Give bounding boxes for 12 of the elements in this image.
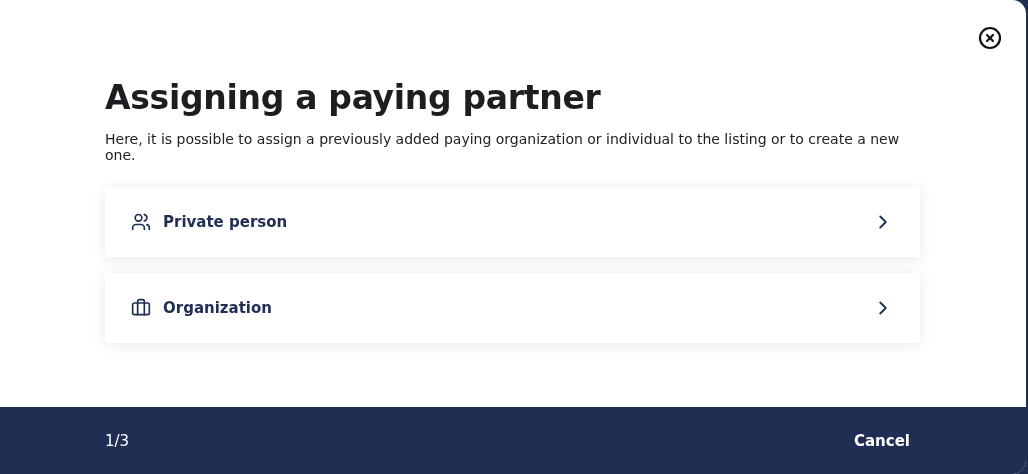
option-card[interactable]: Organization bbox=[105, 273, 920, 343]
people-icon bbox=[131, 212, 151, 232]
cancel-button[interactable]: Cancel bbox=[854, 427, 910, 454]
close-icon bbox=[978, 26, 1002, 50]
dialog-description: Here, it is possible to assign a previously added paying organization or individual to the listing or to create a new one. bbox=[105, 131, 901, 163]
option-label: Organization bbox=[163, 299, 273, 317]
dialog-title: Assigning a paying partner bbox=[105, 78, 602, 117]
briefcase-icon bbox=[131, 298, 151, 318]
option-label: Private person bbox=[163, 213, 289, 231]
close-button[interactable] bbox=[978, 26, 1002, 50]
step-counter: 1/3 bbox=[105, 431, 130, 450]
option-card[interactable]: Private person bbox=[105, 187, 920, 257]
